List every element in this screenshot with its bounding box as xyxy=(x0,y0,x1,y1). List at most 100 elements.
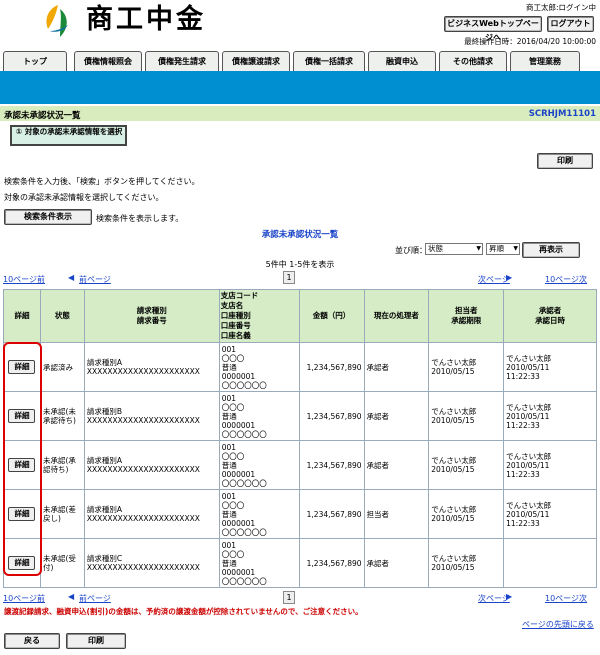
table-row: 詳細 承認済み 請求種別A XXXXXXXXXXXXXXXXXXXXXX 001 〇… xyxy=(3,342,597,392)
status-cell: 未承認(承認待ち) xyxy=(39,440,85,490)
list-title: 承認未承認状況一覧 xyxy=(261,230,339,240)
prev-page-icon[interactable]: ◀ xyxy=(68,273,74,282)
title-bar xyxy=(0,106,600,121)
request-type: 請求種別C xyxy=(86,554,123,563)
account-type: 普通 xyxy=(221,558,237,568)
account-cell: 001 〇〇〇 普通 0000001 〇〇〇〇〇〇 xyxy=(218,538,300,588)
amount-cell: 1,234,567,890 xyxy=(298,391,365,441)
table-row: 詳細 未承認(承認待ち) 請求種別A XXXXXXXXXXXXXXXXXXXXXX… xyxy=(3,440,597,490)
approver-cell xyxy=(503,538,597,588)
approver-name: でんさい太郎 xyxy=(506,402,552,412)
prev-10-pages-link[interactable]: 10ページ前 xyxy=(3,274,45,285)
branch-name: 〇〇〇 xyxy=(221,402,245,412)
processor-cell: 承認者 xyxy=(363,342,430,392)
logo-text: 商工中金 xyxy=(86,4,206,35)
page-number-bottom[interactable]: 1 xyxy=(283,591,295,604)
status-cell: 未承認(未承認待ち) xyxy=(39,391,85,441)
account-cell: 001 〇〇〇 普通 0000001 〇〇〇〇〇〇 xyxy=(218,391,300,441)
staff-name: でんさい太郎 xyxy=(431,456,477,465)
amount-cell: 1,234,567,890 xyxy=(298,538,365,588)
approver-cell: でんさい太郎 2010/05/11 11:22:33 xyxy=(503,342,597,392)
request-cell: 請求種別C XXXXXXXXXXXXXXXXXXXXXX xyxy=(83,538,220,588)
next-page-icon-bottom[interactable]: ▶ xyxy=(506,592,512,601)
instruction-1: 検索条件を入力後、「検索」ボタンを押してください。 xyxy=(4,177,200,186)
logout-button[interactable]: ログアウト xyxy=(547,16,594,32)
deadline: 2010/05/15 xyxy=(431,563,475,572)
account-name: 〇〇〇〇〇〇 xyxy=(221,429,267,439)
approver-cell: でんさい太郎 2010/05/11 11:22:33 xyxy=(503,440,597,490)
tab-loan-application[interactable]: 融資申込 xyxy=(368,51,436,71)
approved-date: 2010/05/11 xyxy=(506,509,550,519)
approver-name: でんさい太郎 xyxy=(506,500,552,510)
sort-order-select[interactable]: 昇順 xyxy=(486,243,520,255)
staff-cell: でんさい太郎 2010/05/15 xyxy=(428,489,505,539)
account-cell: 001 〇〇〇 普通 0000001 〇〇〇〇〇〇 xyxy=(218,440,300,490)
next-page-icon[interactable]: ▶ xyxy=(506,273,512,282)
tab-admin[interactable]: 管理業務 xyxy=(510,51,580,71)
company-logo-icon xyxy=(46,5,68,37)
request-cell: 請求種別B XXXXXXXXXXXXXXXXXXXXXX xyxy=(83,391,220,441)
notice-text: 譲渡記録請求、融資申込(割引)の金額は、予約済の譲渡金額が控除されていませんので… xyxy=(4,607,363,616)
account-cell: 001 〇〇〇 普通 0000001 〇〇〇〇〇〇 xyxy=(218,489,300,539)
header-staff: 担当者 承認期限 xyxy=(428,289,505,343)
request-type: 請求種別A xyxy=(86,358,122,367)
branch-code: 001 xyxy=(221,344,237,354)
prev-page-icon-bottom[interactable]: ◀ xyxy=(68,592,74,601)
account-number: 0000001 xyxy=(221,567,256,577)
prev-10-pages-link-bottom[interactable]: 10ページ前 xyxy=(3,593,45,604)
deadline: 2010/05/15 xyxy=(431,367,475,376)
nav-accent-bar xyxy=(0,71,600,104)
page-number[interactable]: 1 xyxy=(283,271,295,284)
tab-top[interactable]: トップ xyxy=(3,51,67,71)
search-toggle-button[interactable]: 検索条件表示 xyxy=(4,209,92,225)
print-button-bottom[interactable]: 印刷 xyxy=(66,633,126,649)
branch-code: 001 xyxy=(221,442,237,452)
table-row: 詳細 未承認(受付) 請求種別C XXXXXXXXXXXXXXXXXXXXXX 0… xyxy=(3,538,597,588)
tab-claim-transfer[interactable]: 債権譲渡請求 xyxy=(222,51,290,71)
approved-date: 2010/05/11 xyxy=(506,411,550,421)
page-title: 承認未承認状況一覧 xyxy=(4,111,81,121)
account-cell: 001 〇〇〇 普通 0000001 〇〇〇〇〇〇 xyxy=(218,342,300,392)
staff-name: でんさい太郎 xyxy=(431,554,477,563)
deadline: 2010/05/15 xyxy=(431,416,475,425)
status-cell: 承認済み xyxy=(39,342,85,392)
approved-time: 11:22:33 xyxy=(506,420,540,430)
deadline: 2010/05/15 xyxy=(431,514,475,523)
webtop-button[interactable]: ビジネスWebトップページへ xyxy=(444,16,542,42)
processor-cell: 承認者 xyxy=(363,538,430,588)
request-cell: 請求種別A XXXXXXXXXXXXXXXXXXXXXX xyxy=(83,440,220,490)
request-number: XXXXXXXXXXXXXXXXXXXXXX xyxy=(86,416,200,425)
tab-claim-inquiry[interactable]: 債権情報照会 xyxy=(74,51,142,71)
print-button-top[interactable]: 印刷 xyxy=(537,153,593,169)
account-type: 普通 xyxy=(221,362,237,372)
request-type: 請求種別A xyxy=(86,505,122,514)
processor-cell: 担当者 xyxy=(363,489,430,539)
step-label: ① 対象の承認未承認情報を選択 xyxy=(15,127,123,136)
back-button[interactable]: 戻る xyxy=(4,633,60,649)
prev-page-link[interactable]: 前ページ xyxy=(79,274,111,285)
account-number: 0000001 xyxy=(221,420,256,430)
staff-name: でんさい太郎 xyxy=(431,505,477,514)
branch-name: 〇〇〇 xyxy=(221,451,245,461)
prev-page-link-bottom[interactable]: 前ページ xyxy=(79,593,111,604)
amount-cell: 1,234,567,890 xyxy=(298,489,365,539)
account-type: 普通 xyxy=(221,411,237,421)
tab-bulk-request[interactable]: 債権一括請求 xyxy=(293,51,365,71)
tab-claim-issue[interactable]: 債権発生請求 xyxy=(145,51,219,71)
request-number: XXXXXXXXXXXXXXXXXXXXXX xyxy=(86,563,200,572)
sort-key-select[interactable]: 状態 xyxy=(425,243,483,255)
next-10-pages-link[interactable]: 10ページ次 xyxy=(545,274,587,285)
approved-time: 11:22:33 xyxy=(506,518,540,528)
redisplay-button[interactable]: 再表示 xyxy=(522,242,580,258)
tab-other-requests[interactable]: その他請求 xyxy=(439,51,507,71)
account-name: 〇〇〇〇〇〇 xyxy=(221,576,267,586)
account-name: 〇〇〇〇〇〇 xyxy=(221,478,267,488)
back-to-top-link[interactable]: ページの先頭に戻る xyxy=(522,619,594,630)
result-count: 5件中 1-5件を表示 xyxy=(265,260,335,269)
last-operation-time: 最終操作日時：2016/04/20 10:00:00 xyxy=(464,37,596,46)
request-cell: 請求種別A XXXXXXXXXXXXXXXXXXXXXX xyxy=(83,342,220,392)
account-number: 0000001 xyxy=(221,371,256,381)
next-10-pages-link-bottom[interactable]: 10ページ次 xyxy=(545,593,587,604)
branch-name: 〇〇〇 xyxy=(221,353,245,363)
sort-label: 並び順： xyxy=(395,246,427,255)
